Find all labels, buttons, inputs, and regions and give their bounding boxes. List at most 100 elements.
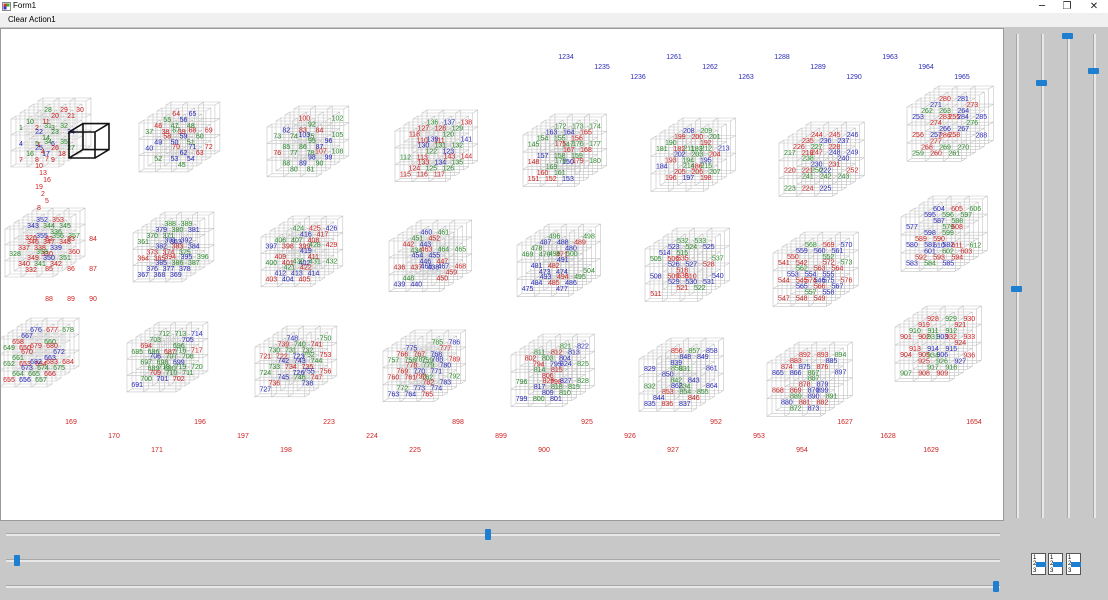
- cube-label: 469: [522, 252, 534, 259]
- vertical-slider-thumb-2[interactable]: [1036, 80, 1047, 86]
- mini-layer-panel-2[interactable]: 1 2 3: [1048, 553, 1063, 575]
- cube-label: 32: [60, 123, 68, 130]
- cube-label: 343: [27, 223, 39, 230]
- cube-label: 283: [939, 114, 951, 121]
- maximize-button[interactable]: ❐: [1055, 0, 1079, 13]
- vertical-slider-track-1[interactable]: [1016, 34, 1019, 518]
- cube-label: 787: [415, 356, 427, 363]
- cube-label: 383: [172, 244, 184, 251]
- cube-label: 132: [451, 142, 463, 149]
- cube-label: 268: [921, 144, 933, 151]
- cube-label: 99: [325, 155, 333, 162]
- cube-label: 850: [662, 371, 674, 378]
- cube-label: 177: [589, 141, 601, 148]
- horizontal-slider-thumb-2[interactable]: [14, 555, 20, 566]
- cube-label: 918: [945, 364, 957, 371]
- cube-label: 489: [574, 240, 586, 247]
- cube-label: 524: [685, 244, 697, 251]
- vertical-slider-track-2[interactable]: [1041, 34, 1044, 518]
- close-button[interactable]: ✕: [1082, 0, 1106, 13]
- vertical-slider-track-4[interactable]: [1093, 34, 1096, 518]
- cube-label: 20: [51, 113, 59, 120]
- cube-label: 574: [805, 278, 817, 285]
- cube-label: 413: [291, 271, 303, 278]
- cube-label: 540: [712, 273, 724, 280]
- cube-label: 747: [311, 375, 323, 382]
- cube-label: 212: [700, 145, 712, 152]
- cube-label: 535: [677, 255, 689, 262]
- cube-label: 658: [12, 339, 24, 346]
- cube-label: 203: [691, 151, 703, 158]
- minimize-button[interactable]: ─: [1030, 0, 1054, 13]
- cube-label: 779: [422, 362, 434, 369]
- horizontal-slider-thumb-3[interactable]: [993, 581, 999, 592]
- horizontal-slider-track-3[interactable]: [6, 585, 1000, 588]
- cube-label: 465: [454, 246, 466, 253]
- cube-label: 370: [146, 233, 158, 240]
- cube-label: 120: [442, 132, 454, 139]
- cube-label: 130: [418, 142, 430, 149]
- cube-label: 463: [421, 246, 433, 253]
- cube-label: 682: [30, 359, 42, 366]
- cube-label: 144: [460, 153, 472, 160]
- horizontal-slider-thumb-1[interactable]: [485, 529, 491, 540]
- cube-label: 349: [27, 255, 39, 262]
- cube-label: 587: [933, 218, 945, 225]
- cube-label: 360: [68, 249, 80, 256]
- cube-label: 460: [421, 229, 433, 236]
- cube-grid-canvas[interactable]: 1 2 34 5 67 8 910 111416 17 1820 2122 23 2425 26 2728 2…: [1, 29, 1004, 521]
- cube-label: 500: [566, 251, 578, 258]
- cube-label: 878: [799, 382, 811, 389]
- cube-label: 161: [554, 170, 566, 177]
- cube-label: 213: [718, 145, 730, 152]
- menu-clear[interactable]: Clear: [8, 15, 27, 25]
- horizontal-slider-track-1[interactable]: [6, 533, 1000, 536]
- cube-label: 153: [562, 176, 574, 183]
- cube-label: 857: [688, 348, 700, 355]
- cube-label: 595: [924, 212, 936, 219]
- cube-label: 261: [948, 150, 960, 157]
- cube-label: 248: [829, 150, 841, 157]
- cube-label: 495: [574, 274, 586, 281]
- horizontal-slider-track-2[interactable]: [6, 559, 1000, 562]
- cube-label: 810: [559, 390, 571, 397]
- mini-layer-panel-1[interactable]: 1 2 3: [1031, 553, 1046, 575]
- cube-label: 116: [417, 171, 428, 178]
- cube-label: 655: [3, 377, 15, 384]
- cube-label: 782: [422, 379, 434, 386]
- cube-label: 585: [942, 260, 954, 267]
- cube-grid-viewport[interactable]: 1 2 3 4 5 6 7 8 9 10 11 14 16 17 18 20 21 22 23 24 25 26 27 28 2…: [0, 28, 1004, 521]
- cube-label: 384: [188, 244, 200, 251]
- cube-label: 575: [823, 278, 835, 285]
- cube-label: 862: [671, 383, 683, 390]
- cube-label: 167: [563, 147, 575, 154]
- menu-action1[interactable]: Action1: [29, 15, 56, 25]
- cube-label: 484: [531, 280, 543, 287]
- cube-label: 478: [531, 246, 543, 253]
- cube-label: 74: [290, 133, 298, 140]
- cube-label: 128: [434, 126, 446, 133]
- vertical-slider-track-3[interactable]: [1067, 34, 1070, 518]
- cube-label: 786: [448, 339, 460, 346]
- mini-layer-panel-3[interactable]: 1 2 3: [1066, 553, 1081, 575]
- cube-label: 861: [706, 365, 718, 372]
- cube-label: 386: [172, 260, 184, 267]
- cube-label: 477: [556, 286, 568, 293]
- cube-label: 802: [525, 356, 537, 363]
- cube-label: 209: [700, 128, 712, 135]
- cube-label: 700: [140, 376, 152, 383]
- cube-label: 1: [19, 125, 23, 132]
- vertical-slider-thumb-1[interactable]: [1011, 286, 1022, 292]
- cube-label: 455: [428, 252, 440, 259]
- cube-label: 544: [778, 278, 790, 285]
- cube-label: 538: [677, 273, 689, 280]
- vertical-slider-thumb-4[interactable]: [1088, 68, 1099, 74]
- cube-label: 522: [694, 285, 706, 292]
- cube-label: 928: [927, 316, 939, 323]
- cube-label: 259: [912, 150, 924, 157]
- cube-label: 206: [691, 169, 703, 176]
- cube-label: 859: [671, 365, 683, 372]
- cube-label: 897: [835, 370, 847, 377]
- vertical-slider-thumb-3[interactable]: [1062, 33, 1073, 39]
- cube-label: 58: [163, 134, 171, 141]
